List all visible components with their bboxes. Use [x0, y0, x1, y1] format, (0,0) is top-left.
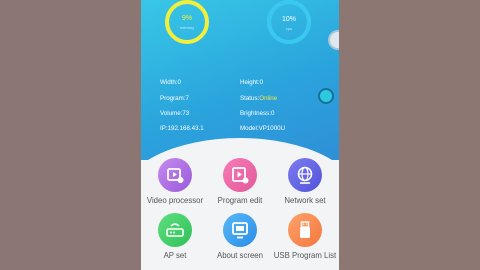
usb-program-list-label: USB Program List — [273, 251, 337, 260]
cpu-gauge-value: 10% — [281, 16, 296, 23]
usb-program-list-button[interactable]: USB Program List — [272, 213, 338, 260]
background-right — [339, 0, 480, 270]
memory-gauge-label: memory — [179, 25, 195, 30]
video-processor-label: Video processor — [146, 196, 204, 205]
phone-screen: 9% memory 10% cpu Width:0 Height:0 Progr… — [141, 0, 339, 270]
info-width: Width:0 — [160, 79, 181, 86]
ap-set-button[interactable]: AP set — [142, 213, 208, 260]
side-menu-handle[interactable] — [328, 30, 339, 50]
status-label: Status: — [240, 95, 260, 102]
about-screen-button[interactable]: About screen — [207, 213, 273, 260]
background-left — [0, 0, 141, 270]
cpu-gauge-label: cpu — [285, 26, 293, 31]
screen-icon — [223, 213, 257, 247]
program-edit-button[interactable]: Program edit — [207, 158, 273, 205]
info-program: Program:7 — [160, 95, 189, 102]
about-screen-label: About screen — [217, 251, 263, 260]
router-icon — [158, 213, 192, 247]
info-height: Height:0 — [240, 79, 264, 86]
memory-gauge: 9% memory — [163, 0, 211, 46]
memory-gauge-value: 9% — [181, 15, 193, 22]
usb-icon — [288, 213, 322, 247]
program-edit-icon — [223, 158, 257, 192]
floating-action-button[interactable] — [318, 88, 334, 104]
network-set-label: Network set — [284, 196, 326, 205]
ap-set-label: AP set — [163, 251, 187, 260]
memory-gauge-ring — [165, 0, 209, 44]
network-set-button[interactable]: Network set — [272, 158, 338, 205]
network-icon — [288, 158, 322, 192]
info-volume: Volume:73 — [160, 110, 190, 117]
info-brightness: Brightness:0 — [240, 110, 275, 117]
cpu-gauge: 10% cpu — [265, 0, 313, 46]
app-grid: Video processor Program edit Network set… — [141, 150, 339, 270]
cpu-gauge-ring — [267, 0, 311, 44]
info-model: Model:VP1000U — [240, 125, 286, 132]
status-panel: 9% memory 10% cpu Width:0 Height:0 Progr… — [141, 0, 339, 160]
info-ip: IP:192.168.43.1 — [160, 125, 204, 132]
status-value: Online — [259, 95, 278, 102]
video-processor-icon — [158, 158, 192, 192]
video-processor-button[interactable]: Video processor — [142, 158, 208, 205]
program-edit-label: Program edit — [217, 196, 263, 205]
info-status: Status:Online — [240, 95, 277, 102]
